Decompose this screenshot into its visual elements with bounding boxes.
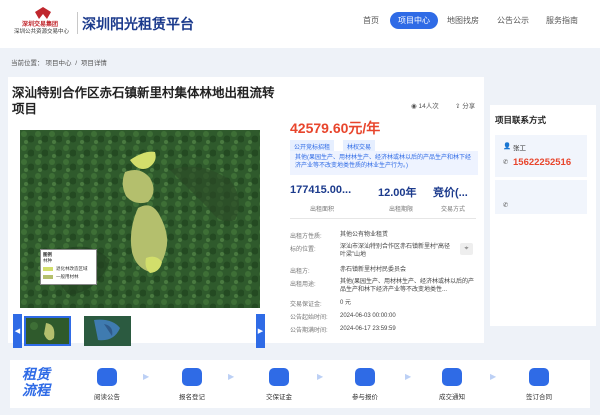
nav-service-guide[interactable]: 服务指南 [546, 15, 578, 26]
detail-key-lessor-type: 出租方性质: [290, 234, 322, 240]
nav-announcements[interactable]: 公告公示 [497, 15, 529, 26]
breadcrumb-prefix: 当前位置： [11, 60, 44, 67]
detail-key-location: 标的位置: [290, 247, 316, 253]
stat-term-value: 12.00年 [378, 187, 417, 199]
logo-line2: 深圳公共资源交易中心 [14, 29, 70, 35]
share-button[interactable]: ⇪ 分享 [455, 100, 475, 110]
legend-swatch-1 [43, 267, 53, 271]
detail-val-start: 2024-06-03 00:00:00 [340, 313, 396, 319]
legend-label-1: 退化林改造区域 [56, 266, 88, 271]
arrow-right-icon: ▶ [143, 372, 150, 381]
process-title: 租赁 流程 [22, 366, 50, 398]
map-legend: 图例 林种 退化林改造区域 一般用材林 [40, 249, 97, 285]
step-bid: 参与报价 [352, 394, 378, 401]
share-icon: ⇪ [455, 103, 461, 110]
price: 42579.60元/年 [290, 120, 381, 136]
detail-key-end: 公告期满时间: [290, 328, 328, 334]
bid-icon [355, 368, 375, 386]
detail-val-end: 2024-06-17 23:59:59 [340, 326, 396, 332]
breadcrumb: 当前位置： 项目中心 / 项目详情 [11, 57, 109, 67]
step-deposit: 交保证金 [266, 394, 292, 401]
stat-method-value: 竞价(... [433, 187, 468, 199]
eye-icon: ◉ [411, 103, 417, 110]
register-icon [182, 368, 202, 386]
deposit-icon [269, 368, 289, 386]
read-notice-icon [97, 368, 117, 386]
arrow-right-icon: ▶ [228, 372, 235, 381]
detail-key-usage: 出租用途: [290, 282, 316, 288]
legend-row-1: 退化林改造区域 [43, 266, 94, 272]
contact-info-box-2 [495, 180, 587, 214]
detail-key-deposit: 交易保证金: [290, 302, 322, 308]
site-header: 深圳交易集团 深圳公共资源交易中心 深圳阳光租赁平台 首页 项目中心 地图找房 … [0, 0, 600, 48]
contact-phone[interactable]: 15622252516 [513, 157, 571, 168]
process-title-line2: 流程 [22, 382, 50, 398]
detail-val-location: 深汕市深汕特别合作区赤石镇新里村“高径叶梁”山地 [340, 244, 450, 258]
breadcrumb-sep: / [73, 60, 79, 67]
thumbnail-2[interactable] [84, 316, 131, 346]
step-read-notice: 阅读公告 [94, 394, 120, 401]
thumbnail-1-image [26, 318, 69, 344]
divider [290, 218, 476, 219]
arrow-right-icon: ▶ [317, 372, 324, 381]
detail-val-lessor-type: 其他公有物业租赁 [340, 232, 389, 238]
contact-name: 张工 [513, 145, 526, 152]
arrow-right-icon: ▶ [490, 372, 497, 381]
location-pin-button[interactable]: ⌖ [460, 243, 473, 255]
legend-label-2: 一般用材林 [56, 274, 79, 279]
location-pin-icon: ⌖ [464, 245, 469, 252]
detail-val-usage: 其他(果园生产、用材林生产、经济林或林以后的产品生产和林下经济产业等不改变地类性… [340, 279, 474, 293]
logo-divider [77, 12, 78, 34]
nav-map[interactable]: 地图找房 [447, 15, 479, 26]
step-deal-notice: 成交通知 [439, 394, 465, 401]
stat-term-label: 出租期限 [389, 207, 414, 213]
detail-val-deposit: 0 元 [340, 300, 352, 306]
view-count-text: 14人次 [418, 103, 439, 110]
chevron-right-icon: ▶ [257, 328, 264, 335]
thumb-prev-button[interactable]: ◀ [13, 314, 22, 348]
thumbnail-1[interactable] [24, 316, 71, 346]
process-title-line1: 租赁 [22, 366, 50, 382]
thumbnail-2-image [84, 316, 131, 346]
nav-home[interactable]: 首页 [363, 15, 379, 26]
detail-key-start: 公告起始时间: [290, 315, 328, 321]
breadcrumb-current: 项目详情 [80, 60, 107, 67]
arrow-right-icon: ▶ [405, 372, 412, 381]
page-title: 深汕特别合作区赤石镇新里村集体林地出租流转项目 [12, 86, 275, 116]
stat-method-label: 交易方式 [441, 207, 466, 213]
deal-notice-icon [442, 368, 462, 386]
phone-icon: ✆ [503, 159, 509, 166]
contact-title: 项目联系方式 [495, 115, 547, 125]
chevron-left-icon: ◀ [14, 328, 21, 335]
legend-row-2: 一般用材林 [43, 274, 94, 280]
breadcrumb-project-center[interactable]: 项目中心 [46, 60, 72, 67]
step-register: 报名登记 [179, 394, 205, 401]
logo-icon [35, 7, 51, 19]
nav-project-center[interactable]: 项目中心 [390, 12, 438, 29]
stat-area-value: 177415.00... [290, 184, 352, 196]
use-note: 其他(果园生产、用材林生产、经济林或林以后的产品生产和林下经济产业等不改变地类性… [290, 151, 478, 175]
stat-area-label: 出租面积 [310, 207, 335, 213]
person-icon: 👤 [503, 143, 512, 150]
detail-val-lessor: 赤石镇新里村村民委员会 [340, 267, 407, 273]
phone-icon-2: ✆ [503, 202, 509, 209]
legend-swatch-2 [43, 275, 53, 279]
detail-key-lessor: 出租方: [290, 269, 310, 275]
legend-sub: 林种 [43, 258, 52, 263]
share-label: 分享 [462, 103, 476, 110]
view-count: ◉ 14人次 [411, 100, 439, 110]
site-title[interactable]: 深圳阳光租赁平台 [82, 14, 194, 34]
thumb-next-button[interactable]: ▶ [256, 314, 265, 348]
contract-icon [529, 368, 549, 386]
step-contract: 签订合同 [526, 394, 552, 401]
